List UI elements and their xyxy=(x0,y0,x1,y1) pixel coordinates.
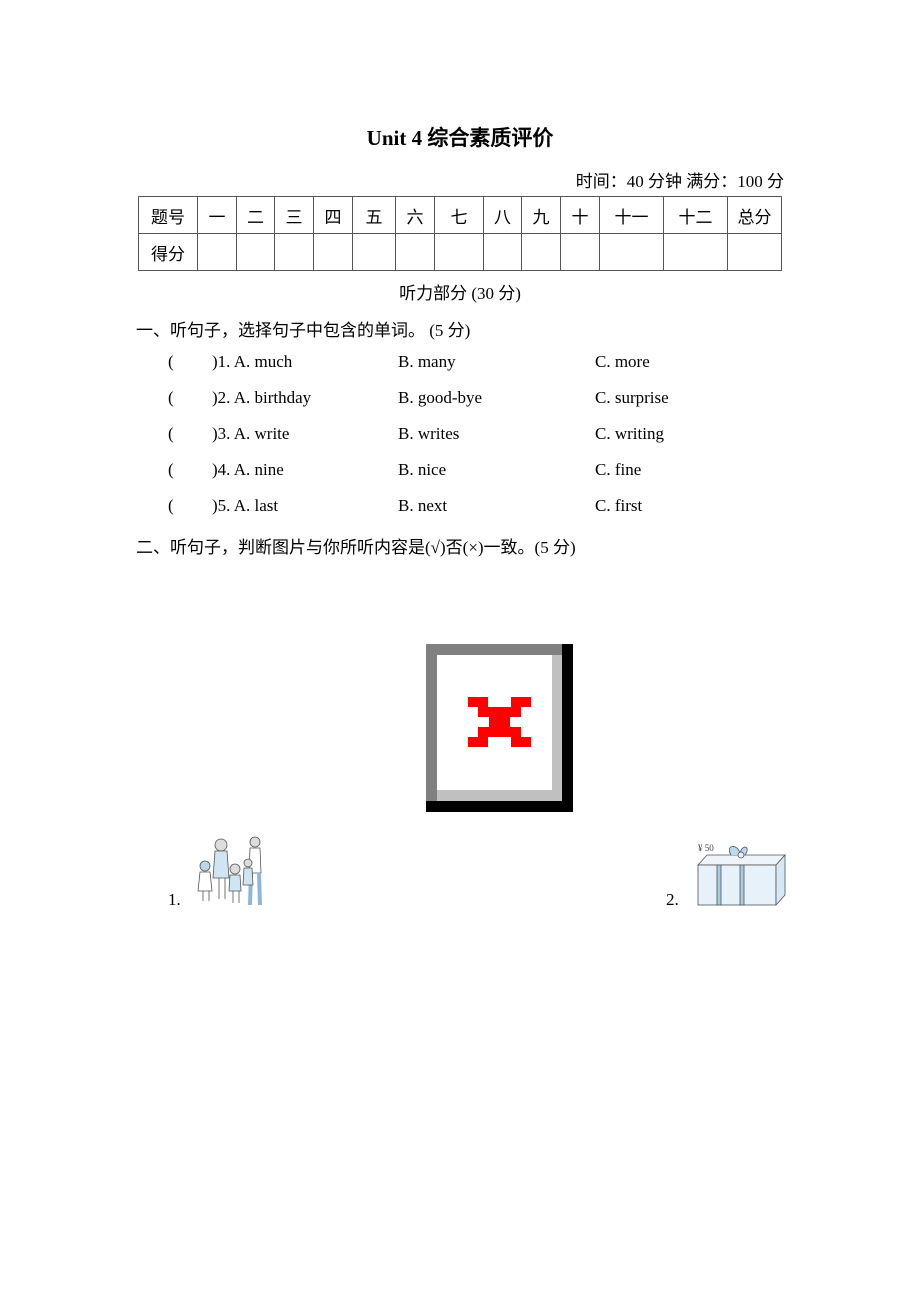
score-input-cell[interactable] xyxy=(560,233,600,271)
gift-box-illustration xyxy=(695,843,787,909)
option-b: B. nice xyxy=(398,460,447,479)
picture-label: 2. xyxy=(666,890,679,909)
score-input-cell[interactable] xyxy=(395,233,435,271)
picture-label: 1. xyxy=(168,890,181,909)
option-a: )1. A. much xyxy=(212,352,293,371)
score-table-cell: 一 xyxy=(197,196,237,234)
option-b: B. many xyxy=(398,352,456,371)
option-c: C. more xyxy=(595,352,650,371)
option-c: C. surprise xyxy=(595,388,669,407)
answer-blank[interactable]: ( xyxy=(168,388,174,408)
option-c: C. first xyxy=(595,496,643,515)
score-table-cell: 五 xyxy=(352,196,396,234)
score-table-cell: 总分 xyxy=(727,196,782,234)
score-input-cell[interactable] xyxy=(236,233,275,271)
option-a: )5. A. last xyxy=(212,496,279,515)
exam-meta: 时间：40 分钟 满分：100 分 xyxy=(575,172,784,191)
score-table-header-row: 题号 一 二 三 四 五 六 七 八 九 十 十一 十二 总分 xyxy=(138,196,782,234)
part1-title: 一、听句子，选择句子中包含的单词。 (5 分) xyxy=(136,321,471,340)
score-input-cell[interactable] xyxy=(521,233,561,271)
section-heading: 听力部分 (30 分) xyxy=(399,284,521,303)
score-table: 题号 一 二 三 四 五 六 七 八 九 十 十一 十二 总分 得分 xyxy=(138,196,782,271)
answer-blank[interactable]: ( xyxy=(168,424,174,444)
score-table-cell: 六 xyxy=(395,196,435,234)
score-input-cell[interactable] xyxy=(352,233,396,271)
score-table-score-row: 得分 xyxy=(138,233,782,271)
option-b: B. good-bye xyxy=(398,388,483,407)
score-table-cell: 八 xyxy=(483,196,522,234)
score-table-cell: 七 xyxy=(434,196,484,234)
option-c: C. writing xyxy=(595,424,664,443)
score-input-cell[interactable] xyxy=(434,233,484,271)
broken-image-icon xyxy=(426,644,573,812)
score-input-cell[interactable] xyxy=(313,233,353,271)
part2-title: 二、听句子，判断图片与你所听内容是(√)否(×)一致。(5 分) xyxy=(136,538,576,557)
score-input-cell[interactable] xyxy=(483,233,522,271)
option-a: )3. A. write xyxy=(212,424,290,443)
score-table-cell: 九 xyxy=(521,196,561,234)
score-table-cell: 十一 xyxy=(599,196,664,234)
option-b: B. writes xyxy=(398,424,460,443)
score-table-cell: 十二 xyxy=(663,196,728,234)
option-c: C. fine xyxy=(595,460,642,479)
score-table-cell: 三 xyxy=(274,196,314,234)
page-title: Unit 4 综合素质评价 xyxy=(366,126,554,150)
option-b: B. next xyxy=(398,496,448,515)
answer-blank[interactable]: ( xyxy=(168,496,174,516)
score-table-cell: 四 xyxy=(313,196,353,234)
score-input-cell[interactable] xyxy=(197,233,237,271)
score-input-cell[interactable] xyxy=(274,233,314,271)
score-table-cell: 二 xyxy=(236,196,275,234)
family-illustration xyxy=(193,833,268,908)
option-a: )4. A. nine xyxy=(212,460,284,479)
score-row-label: 得分 xyxy=(138,233,198,271)
score-input-cell[interactable] xyxy=(599,233,664,271)
score-table-cell: 题号 xyxy=(138,196,198,234)
answer-blank[interactable]: ( xyxy=(168,460,174,480)
score-table-cell: 十 xyxy=(560,196,600,234)
option-a: )2. A. birthday xyxy=(212,388,312,407)
answer-blank[interactable]: ( xyxy=(168,352,174,372)
score-input-cell[interactable] xyxy=(727,233,782,271)
score-input-cell[interactable] xyxy=(663,233,728,271)
